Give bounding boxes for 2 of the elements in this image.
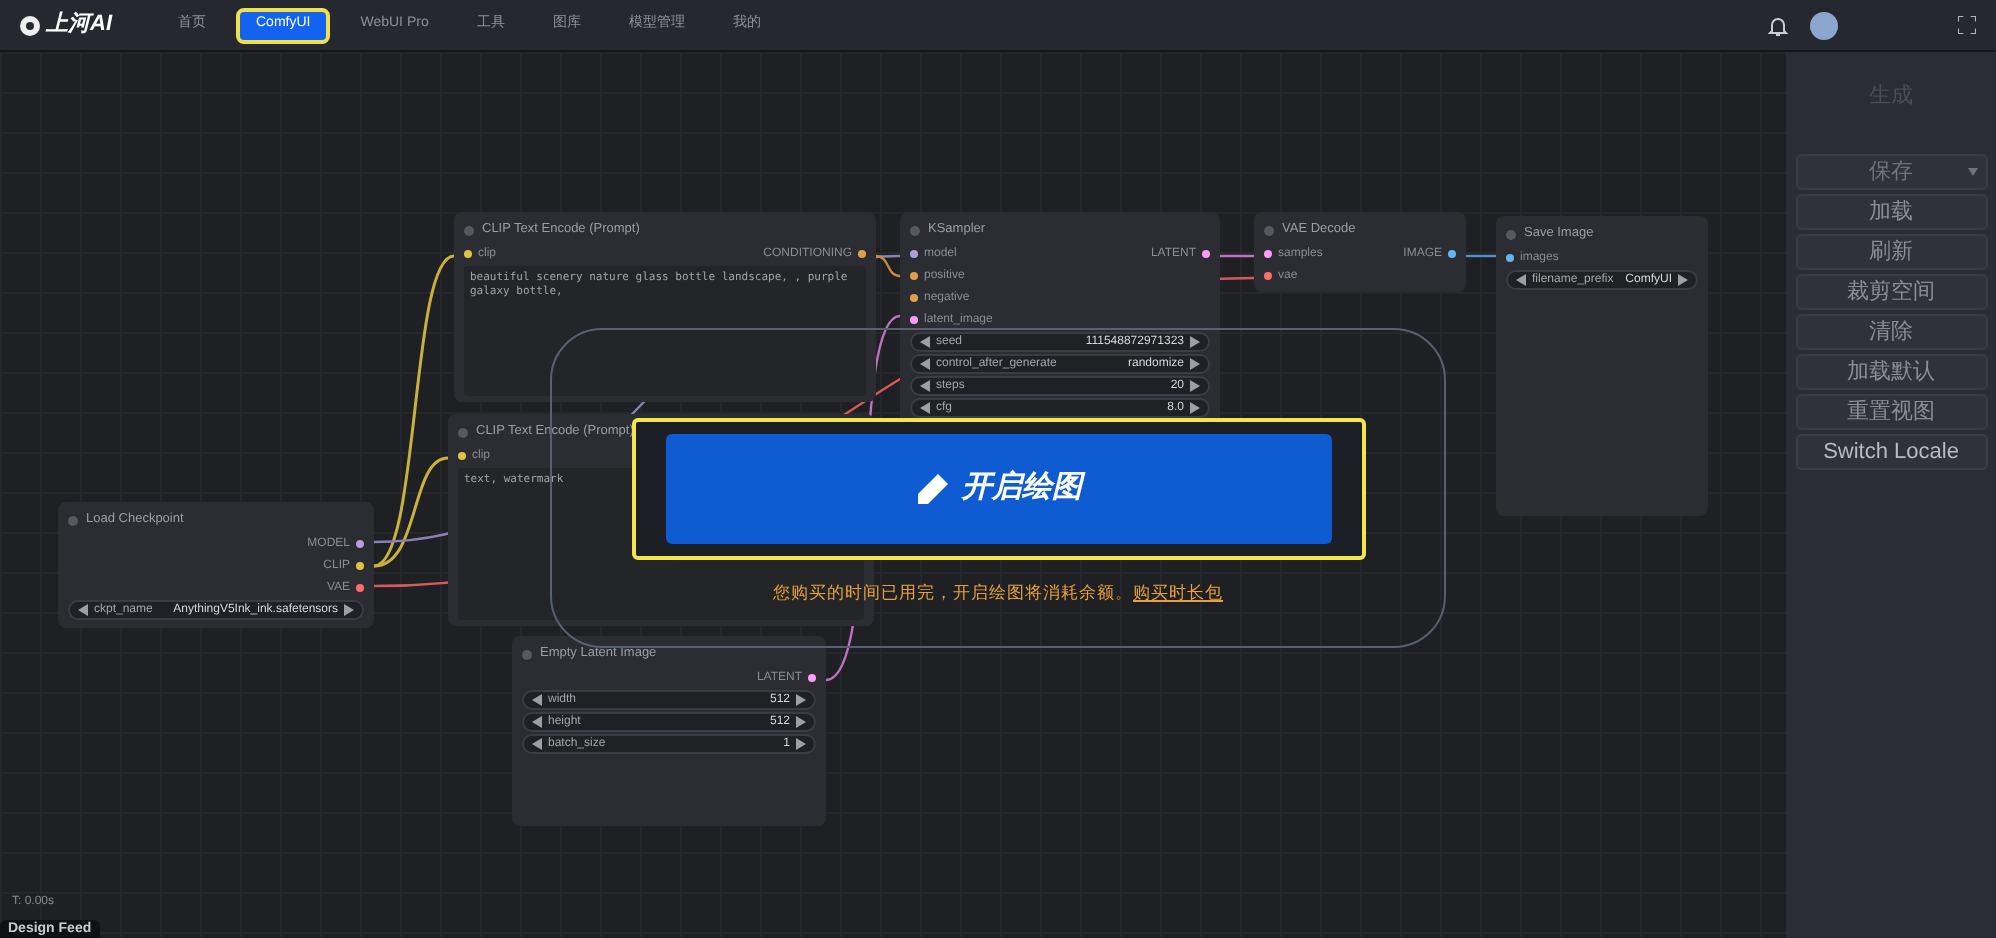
logo-text: 上河AI xyxy=(46,9,112,41)
balance-notice: 您购买的时间已用完，开启绘图将消耗余额。购买时长包 xyxy=(773,580,1223,606)
